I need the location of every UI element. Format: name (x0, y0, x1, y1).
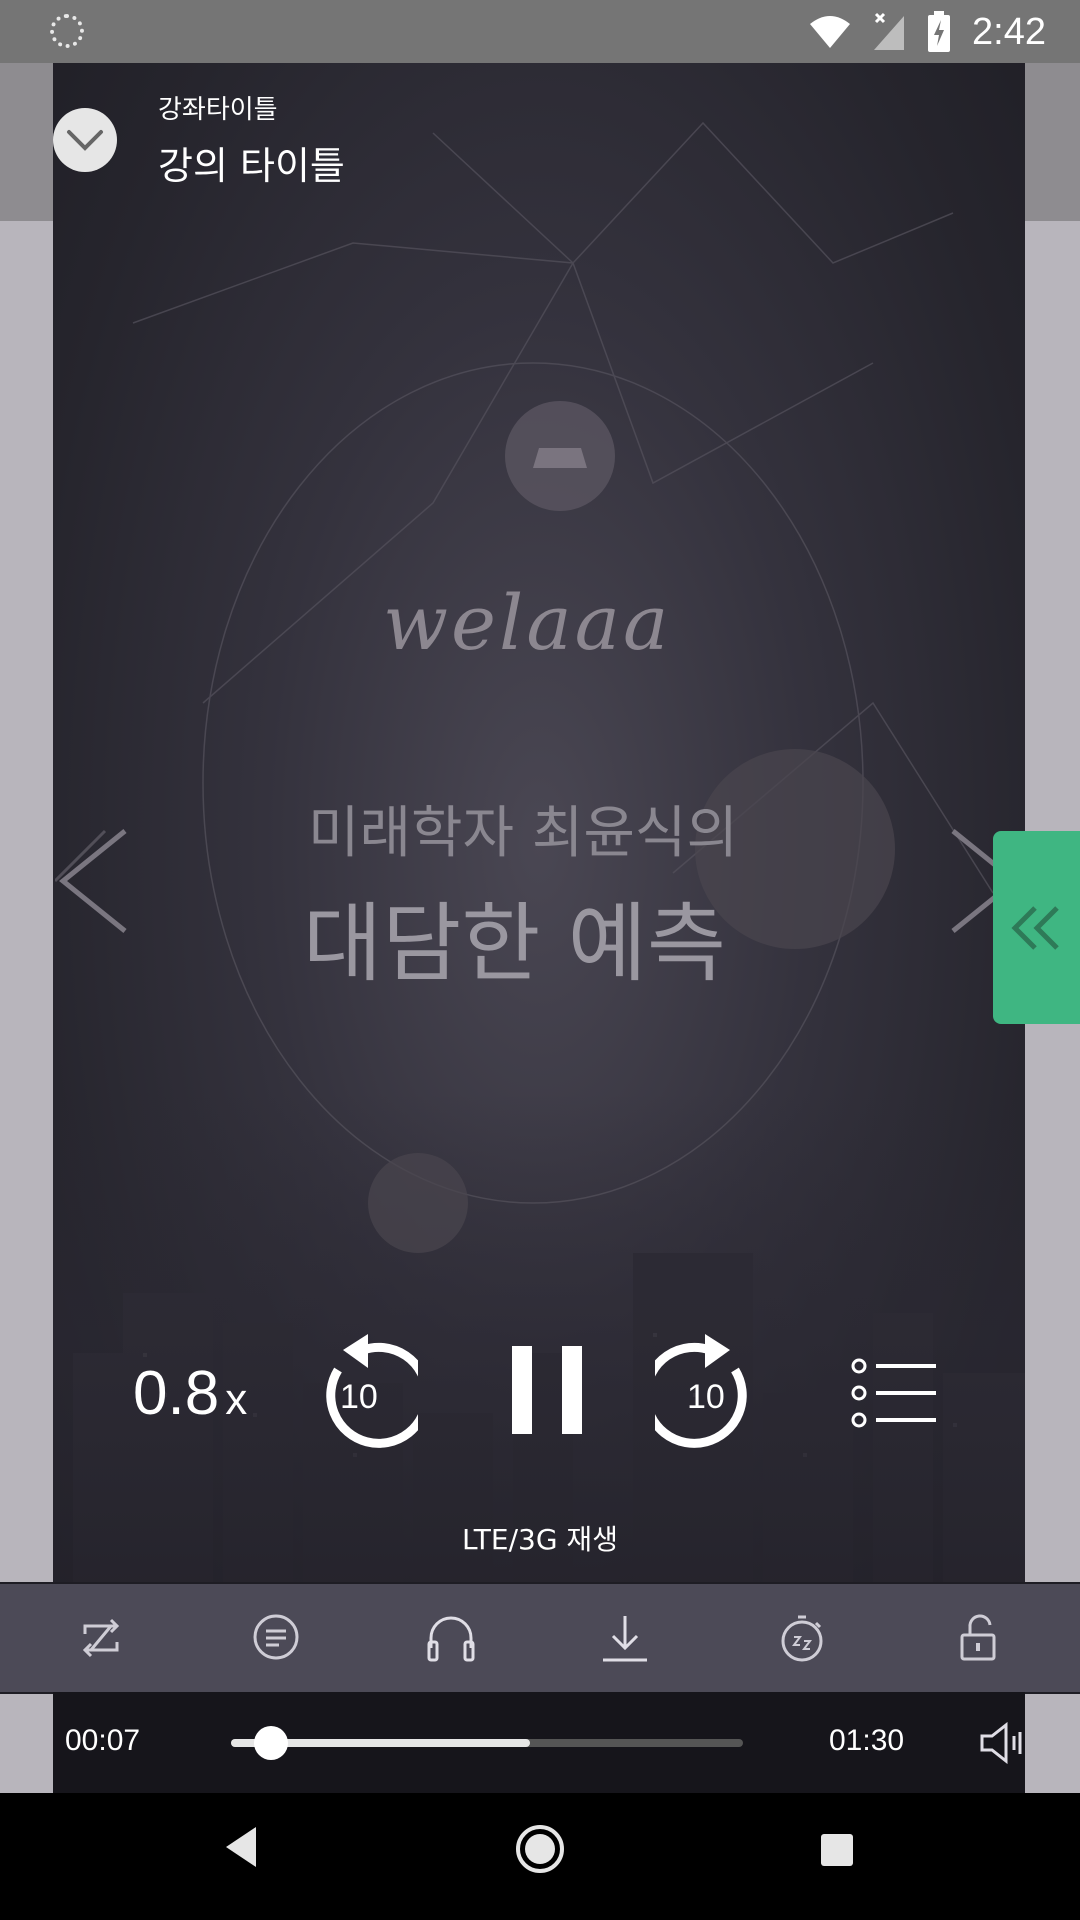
comment-button[interactable] (248, 1610, 304, 1666)
total-time: 01:30 (829, 1724, 905, 1757)
audio-mode-button[interactable] (423, 1610, 479, 1666)
status-bar: 2:42 (0, 0, 1080, 63)
seek-thumb[interactable] (253, 1726, 288, 1760)
pause-button[interactable] (508, 1342, 588, 1438)
comment-icon (253, 1614, 299, 1660)
recent-apps-icon[interactable] (820, 1833, 854, 1867)
status-icons: 2:42 (808, 8, 1046, 56)
speed-button[interactable]: 0.8 x (133, 1358, 247, 1429)
volume-icon[interactable] (978, 1722, 1024, 1764)
playlist-button[interactable] (850, 1358, 938, 1428)
current-time: 00:07 (65, 1724, 141, 1757)
lecture-title: 강의 타이틀 (158, 144, 345, 188)
title-area: 강좌타이틀 강의 타이틀 (53, 63, 1025, 203)
cell-signal-icon (874, 12, 905, 50)
rewind-seconds: 10 (340, 1378, 378, 1416)
download-button[interactable] (597, 1610, 653, 1666)
playback-controls: 0.8 x 10 10 (53, 1320, 1025, 1460)
system-navigation-bar (0, 1793, 1080, 1920)
network-play-label: LTE/3G 재생 (462, 1523, 618, 1556)
home-icon[interactable] (514, 1823, 566, 1875)
repeat-button[interactable] (73, 1610, 129, 1666)
course-title: 강좌타이틀 (158, 95, 278, 125)
pause-icon (512, 1346, 582, 1434)
previous-arrow-icon[interactable] (55, 826, 130, 936)
headphones-icon (427, 1616, 475, 1662)
book-title: 대담한 예측 (303, 894, 726, 994)
sleep-timer-button[interactable] (774, 1610, 830, 1666)
repeat-icon (82, 1618, 120, 1658)
backdrop-right-top (1025, 63, 1080, 221)
seek-bar[interactable] (231, 1726, 743, 1760)
playlist-icon (851, 1358, 936, 1428)
side-panel-tab[interactable] (993, 831, 1080, 1024)
download-icon (603, 1616, 647, 1662)
forward-seconds: 10 (687, 1378, 725, 1416)
chevron-down-icon (67, 130, 103, 151)
backdrop-left-top (0, 63, 53, 221)
battery-charging-icon (928, 11, 951, 52)
rewind-10-button[interactable]: 10 (308, 1328, 432, 1448)
clock: 2:42 (972, 10, 1046, 53)
forward-10-button[interactable]: 10 (641, 1328, 765, 1448)
wifi-icon (810, 16, 851, 48)
back-icon[interactable] (224, 1825, 260, 1869)
lock-button[interactable] (950, 1610, 1006, 1666)
loading-icon (50, 14, 84, 48)
progress-area: 00:07 01:30 (53, 1692, 1025, 1793)
book-subtitle: 미래학자 최윤식의 (308, 801, 738, 866)
double-chevron-left-icon (1010, 905, 1059, 950)
tool-bar (0, 1582, 1080, 1694)
collapse-button[interactable] (53, 108, 117, 172)
welaaa-logo: welaaa (383, 578, 672, 667)
lock-icon (960, 1614, 996, 1661)
speed-suffix: x (225, 1375, 248, 1424)
sleep-timer-icon (781, 1615, 823, 1662)
speed-value: 0.8 (133, 1359, 220, 1428)
